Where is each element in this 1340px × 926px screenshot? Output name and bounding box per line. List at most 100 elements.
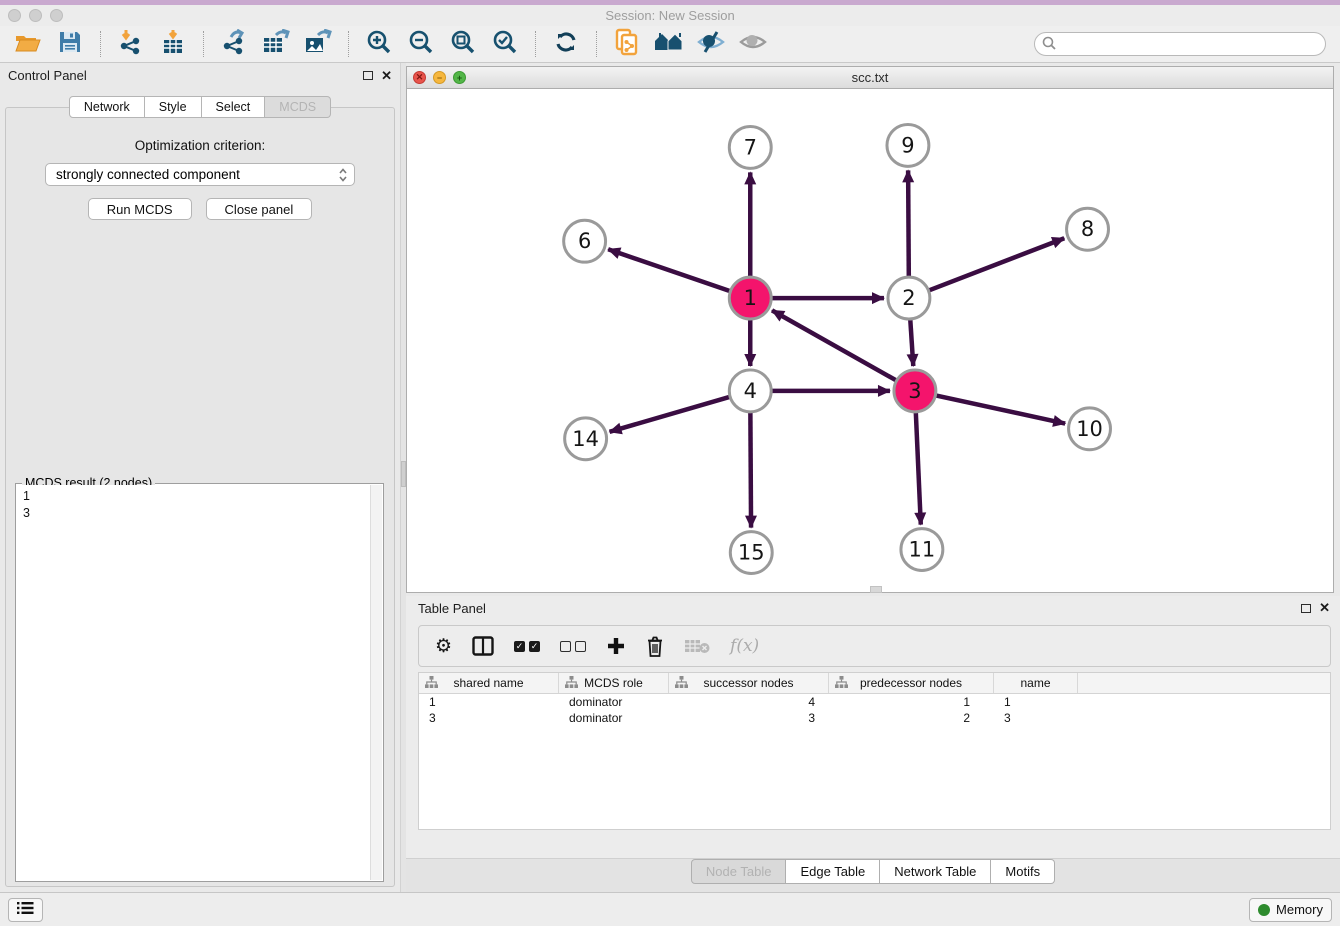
save-session-button[interactable]: [52, 29, 88, 59]
tab-edge-table[interactable]: Edge Table: [786, 859, 880, 884]
graph-edge-2-8[interactable]: [927, 238, 1065, 291]
cell-successor-nodes[interactable]: 3: [669, 710, 829, 726]
table-row[interactable]: 1 dominator 4 1 1: [419, 694, 1330, 710]
result-scrollbar[interactable]: [370, 485, 382, 880]
zoom-window-button[interactable]: [50, 9, 63, 22]
close-table-panel-icon[interactable]: ✕: [1319, 603, 1330, 613]
float-panel-icon[interactable]: [363, 71, 373, 80]
open-session-button[interactable]: [10, 29, 46, 59]
network-resize-grip[interactable]: [870, 586, 882, 593]
tab-style[interactable]: Style: [145, 96, 202, 118]
zoom-in-button[interactable]: [361, 29, 397, 59]
memory-button[interactable]: Memory: [1249, 898, 1332, 922]
home-button[interactable]: [651, 29, 687, 59]
import-network-icon: [118, 29, 144, 60]
search-input[interactable]: [1034, 32, 1326, 56]
clone-network-button[interactable]: [609, 29, 645, 59]
graph-edge-3-1[interactable]: [772, 310, 898, 381]
table-panel-header: Table Panel ✕: [406, 596, 1340, 620]
search-box: [1034, 32, 1326, 56]
memory-label: Memory: [1276, 902, 1323, 917]
import-network-button[interactable]: [113, 29, 149, 59]
network-maximize-button[interactable]: +: [453, 71, 466, 84]
cell-name[interactable]: 1: [994, 694, 1078, 710]
minimize-window-button[interactable]: [29, 9, 42, 22]
table-header-row: shared name MCDS role successor nodes: [419, 673, 1330, 694]
apply-layout-button[interactable]: [548, 29, 584, 59]
column-layout-icon[interactable]: [472, 636, 494, 656]
add-column-icon[interactable]: [606, 636, 626, 656]
cell-shared-name[interactable]: 3: [419, 710, 559, 726]
tab-mcds[interactable]: MCDS: [265, 96, 331, 118]
network-window-header: ✕ − + scc.txt: [407, 67, 1333, 89]
close-panel-icon[interactable]: ✕: [381, 71, 392, 81]
graph-node-label-11: 11: [909, 538, 936, 562]
close-window-button[interactable]: [8, 9, 21, 22]
float-table-panel-icon[interactable]: [1301, 604, 1311, 613]
control-panel-title: Control Panel: [8, 68, 363, 83]
column-header-shared-name[interactable]: shared name: [419, 673, 559, 693]
task-history-button[interactable]: [8, 898, 43, 922]
cell-predecessor-nodes[interactable]: 1: [829, 694, 994, 710]
graph-edge-3-11[interactable]: [916, 410, 921, 525]
cell-shared-name[interactable]: 1: [419, 694, 559, 710]
run-mcds-button[interactable]: Run MCDS: [88, 198, 192, 220]
graph-node-label-6: 6: [578, 229, 591, 253]
zoom-fit-button[interactable]: [445, 29, 481, 59]
graph-node-label-7: 7: [744, 135, 757, 159]
cell-mcds-role[interactable]: dominator: [559, 694, 669, 710]
criterion-dropdown[interactable]: strongly connected component: [45, 163, 355, 186]
export-network-button[interactable]: [216, 29, 252, 59]
memory-status-icon: [1258, 904, 1270, 916]
column-header-name[interactable]: name: [994, 673, 1078, 693]
column-header-successor-nodes[interactable]: successor nodes: [669, 673, 829, 693]
settings-gear-icon[interactable]: ⚙: [435, 635, 452, 658]
graph-edge-3-10[interactable]: [933, 395, 1065, 424]
graph-edge-4-15[interactable]: [750, 410, 751, 528]
delete-column-icon[interactable]: [646, 636, 664, 657]
import-table-button[interactable]: [155, 29, 191, 59]
graph-node-label-15: 15: [738, 541, 765, 565]
graph-edge-2-9[interactable]: [908, 170, 909, 279]
graph-node-label-2: 2: [902, 286, 915, 310]
network-canvas[interactable]: 7968124314101511: [407, 89, 1333, 592]
column-header-mcds-role[interactable]: MCDS role: [559, 673, 669, 693]
close-panel-button[interactable]: Close panel: [206, 198, 313, 220]
cell-mcds-role[interactable]: dominator: [559, 710, 669, 726]
select-all-icon[interactable]: ✓✓: [514, 641, 540, 652]
refresh-layout-icon: [554, 30, 578, 59]
tab-network[interactable]: Network: [69, 96, 145, 118]
hide-panel-button[interactable]: [693, 29, 729, 59]
export-table-button[interactable]: [258, 29, 294, 59]
table-row[interactable]: 3 dominator 3 2 3: [419, 710, 1330, 726]
graph-edge-2-3[interactable]: [910, 317, 913, 366]
tab-select[interactable]: Select: [202, 96, 266, 118]
export-image-button[interactable]: [300, 29, 336, 59]
tab-motifs[interactable]: Motifs: [991, 859, 1055, 884]
zoom-selected-button[interactable]: [487, 29, 523, 59]
graph-edge-4-14[interactable]: [610, 396, 733, 432]
app-window: Session: New Session: [0, 0, 1340, 926]
import-table-icon: [160, 29, 186, 60]
hierarchy-icon: [835, 676, 848, 691]
graph-edge-1-6[interactable]: [608, 249, 732, 292]
cell-successor-nodes[interactable]: 4: [669, 694, 829, 710]
tab-node-table[interactable]: Node Table: [691, 859, 787, 884]
cell-name[interactable]: 3: [994, 710, 1078, 726]
window-title: Session: New Session: [0, 5, 1340, 26]
status-bar: Memory: [0, 892, 1340, 926]
mcds-result-text[interactable]: 1 3: [17, 485, 369, 880]
show-hide-button[interactable]: [735, 29, 771, 59]
cell-predecessor-nodes[interactable]: 2: [829, 710, 994, 726]
toolbar-separator: [100, 31, 101, 57]
network-close-button[interactable]: ✕: [413, 71, 426, 84]
zoom-selected-icon: [492, 29, 518, 60]
network-minimize-button[interactable]: −: [433, 71, 446, 84]
tab-network-table[interactable]: Network Table: [880, 859, 991, 884]
column-header-predecessor-nodes[interactable]: predecessor nodes: [829, 673, 994, 693]
hierarchy-icon: [565, 676, 578, 691]
deselect-all-icon[interactable]: [560, 641, 586, 652]
zoom-out-button[interactable]: [403, 29, 439, 59]
optimization-criterion-label: Optimization criterion:: [6, 138, 394, 153]
chevron-up-down-icon: [338, 168, 348, 182]
